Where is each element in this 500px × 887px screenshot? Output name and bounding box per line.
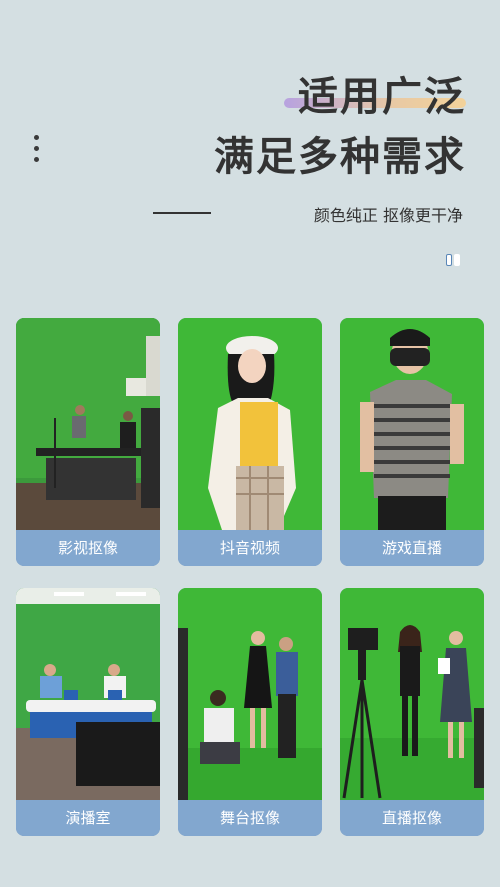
stage-shoot-photo xyxy=(178,588,322,800)
page-subtitle: 颜色纯正 抠像更干净 xyxy=(313,206,463,225)
page-indicator xyxy=(446,254,464,268)
card-studio[interactable]: 演播室 xyxy=(16,588,160,836)
vr-gamer-photo xyxy=(340,318,484,530)
card-game-live[interactable]: 游戏直播 xyxy=(340,318,484,566)
fashion-model-photo xyxy=(178,318,322,530)
card-live-keying[interactable]: 直播抠像 xyxy=(340,588,484,836)
page-title-line1: 适用广泛 xyxy=(298,74,466,120)
card-film-keying[interactable]: 影视抠像 xyxy=(16,318,160,566)
page-title-line2: 满足多种需求 xyxy=(214,134,466,180)
card-label: 游戏直播 xyxy=(340,530,484,566)
divider-line xyxy=(153,212,211,214)
live-broadcast-photo xyxy=(340,588,484,800)
card-label: 演播室 xyxy=(16,800,160,836)
card-label: 抖音视频 xyxy=(178,530,322,566)
card-stage-keying[interactable]: 舞台抠像 xyxy=(178,588,322,836)
card-douyin-video[interactable]: 抖音视频 xyxy=(178,318,322,566)
card-label: 影视抠像 xyxy=(16,530,160,566)
more-menu-icon[interactable] xyxy=(32,135,40,165)
card-label: 舞台抠像 xyxy=(178,800,322,836)
news-studio-photo xyxy=(16,588,160,800)
film-studio-photo xyxy=(16,318,160,530)
card-label: 直播抠像 xyxy=(340,800,484,836)
